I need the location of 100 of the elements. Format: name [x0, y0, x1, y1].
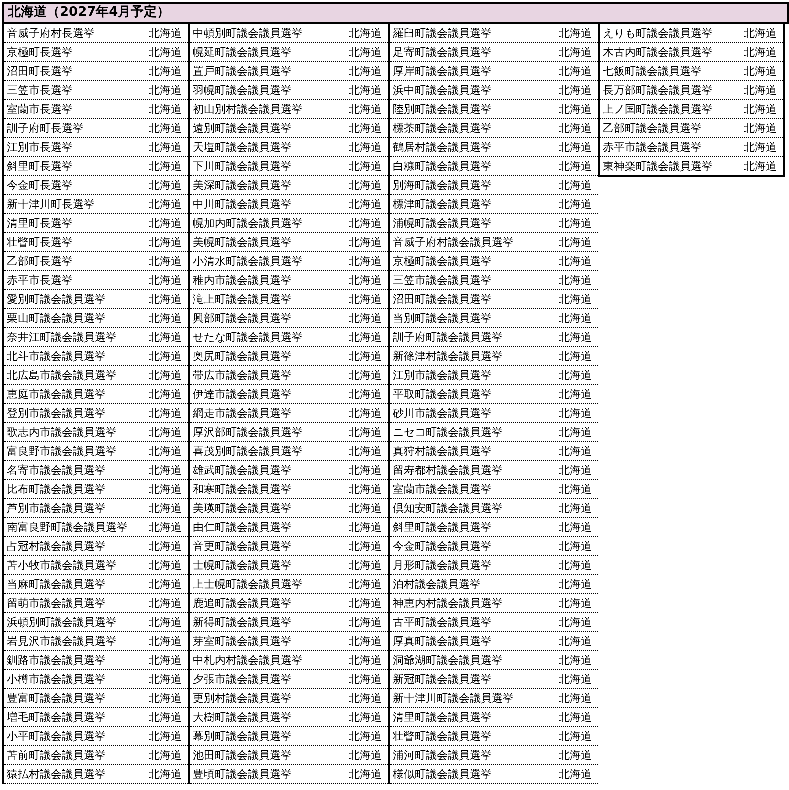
table-cell-text: 清里町議会議員選挙 [392, 710, 493, 724]
table-cell-text: 帯広市議会議員選挙 [192, 368, 293, 382]
table-cell-text: 室蘭市長選挙 [6, 102, 74, 116]
sheet-title: 北海道（2027年4月予定） [2, 2, 789, 24]
table-cell-text: 苫前町議会議員選挙 [6, 748, 107, 762]
table-cell-text: 今金町長選挙 [6, 178, 74, 192]
table-cell-text: 由仁町議会議員選挙 [192, 520, 293, 534]
table-cell-text: 北海道 [558, 158, 593, 174]
table-cell-text: 北海道 [348, 614, 383, 630]
table-cell-text: 北海道 [148, 140, 183, 154]
table-cell-text: 奥尻町議会議員選挙 [192, 348, 293, 364]
table-cell-text: 標津町議会議員選挙 [392, 196, 493, 212]
table-cell-text: 北海道 [148, 82, 183, 98]
table-cell-text: 北海道 [148, 748, 183, 762]
table-cell-text: 北海道 [148, 500, 183, 516]
table-cell-text: 北海道 [558, 292, 593, 306]
table-cell-text: 北広島市議会議員選挙 [6, 368, 118, 382]
table-cell-text: 北海道 [348, 766, 383, 782]
table-cell-text: 北海道 [148, 558, 183, 572]
table-cell-text: 北海道 [558, 424, 593, 440]
table-cell-text: 浦幌町議会議員選挙 [392, 216, 493, 230]
table-cell-text: 北海道 [348, 102, 383, 116]
table-cell-text: 比布町議会議員選挙 [6, 482, 107, 496]
table-cell-text: 長万部町議会議員選挙 [602, 82, 714, 98]
table-cell-text: 北海道 [148, 406, 183, 420]
table-cell-text: 北海道 [558, 178, 593, 192]
table-cell-text: 遠別町議会議員選挙 [192, 120, 293, 136]
table-cell-text: 北海道 [743, 82, 778, 98]
table-cell-text: 北海道 [348, 500, 383, 516]
table-cell-text: 北海道 [148, 766, 183, 782]
table-cell-text: 室蘭市議会議員選挙 [392, 482, 493, 496]
table-cell-text: 北海道 [558, 728, 593, 744]
table-cell-text: 北海道 [148, 710, 183, 724]
table-cell-text: 北海道 [148, 482, 183, 496]
table-cell-text: 北海道 [558, 234, 593, 250]
table-cell-text: 北海道 [148, 216, 183, 230]
table-cell-text: 北海道 [348, 710, 383, 724]
table-cell-text: 北海道 [558, 102, 593, 116]
table-cell-text: 北海道 [558, 652, 593, 668]
table-cell-text: 愛別町議会議員選挙 [6, 292, 107, 306]
table-cell-text: 北海道 [348, 558, 383, 572]
table-cell-text: 豊頃町議会議員選挙 [192, 766, 293, 782]
table-cell-text: 中川町議会議員選挙 [192, 196, 293, 212]
table-cell-text: 清里町長選挙 [6, 216, 74, 230]
table-cell-text: 北海道 [148, 330, 183, 344]
table-cell-text: 北海道 [558, 766, 593, 782]
table-cell-text: 天塩町議会議員選挙 [192, 140, 293, 154]
table-cell-text: 網走市議会議員選挙 [192, 406, 293, 420]
table-cell-text: 恵庭市議会議員選挙 [6, 386, 107, 402]
table-cell-text: 北海道 [348, 158, 383, 174]
table-cell-text: 新冠町議会議員選挙 [392, 672, 493, 686]
table-cell-text: 岩見沢市議会議員選挙 [6, 634, 118, 648]
table-cell-text: 沼田町長選挙 [6, 64, 74, 78]
table-cell-text: 苫小牧市議会議員選挙 [6, 558, 118, 572]
table-cell-text: 北海道 [148, 614, 183, 630]
table-cell-text: 北海道 [348, 292, 383, 306]
table-cell-text: 北海道 [348, 462, 383, 478]
table-cell-text: 北海道 [348, 444, 383, 458]
table-cell-text: 京極町議会議員選挙 [392, 254, 493, 268]
table-cell-text: 歌志内市議会議員選挙 [6, 424, 118, 440]
table-cell-text: 北海道 [558, 216, 593, 230]
table-cell-text: 北海道 [743, 120, 778, 136]
table-cell-text: 厚沢部町議会議員選挙 [192, 424, 304, 440]
table-cell-text: 標茶町議会議員選挙 [392, 120, 493, 136]
table-cell-text: 北海道 [348, 748, 383, 762]
table-cell-text: 三笠市長選挙 [6, 82, 74, 98]
table-cell-text: 北海道 [558, 26, 593, 40]
table-cell-text: 浜頓別町議会議員選挙 [6, 614, 118, 630]
table-cell-text: 北海道 [558, 330, 593, 344]
table-cell-text: 滝上町議会議員選挙 [192, 292, 293, 306]
table-cell-text: 鹿追町議会議員選挙 [192, 596, 293, 610]
table-cell-text: 北海道 [348, 26, 383, 40]
table-cell-text: 北海道 [348, 386, 383, 402]
table-cell-text: 新得町議会議員選挙 [192, 614, 293, 630]
table-cell-text: 上士幌町議会議員選挙 [192, 576, 304, 592]
table-cell-text: 留寿都村議会議員選挙 [392, 462, 504, 478]
table-cell-text: 北海道 [148, 348, 183, 364]
table-cell-text: 厚岸町議会議員選挙 [392, 64, 493, 78]
table-cell-text: 北海道 [558, 462, 593, 478]
table-cell-text: 北海道 [743, 44, 778, 60]
table-cell-text: 足寄町議会議員選挙 [392, 44, 493, 60]
table-cell-text: 北海道 [348, 140, 383, 154]
table-cell-text: 北海道 [558, 558, 593, 572]
table-cell-text: 北斗市議会議員選挙 [6, 348, 107, 364]
table-cell-text: 音威子府村長選挙 [6, 26, 96, 40]
table-cell-text: 江別市長選挙 [6, 140, 74, 154]
table-cell-text: 沼田町議会議員選挙 [392, 292, 493, 306]
table-cell-text: 北海道 [348, 520, 383, 534]
table-cell-text: 木古内町議会議員選挙 [602, 44, 714, 60]
table-cell-text: 北海道 [148, 44, 183, 60]
table-cell-text: 北海道 [148, 368, 183, 382]
table-cell-text: 幕別町議会議員選挙 [192, 728, 293, 744]
table-cell-text: 京極町長選挙 [6, 44, 74, 60]
table-cell-text: 占冠村議会議員選挙 [6, 538, 107, 554]
table-cell-text: 北海道 [348, 272, 383, 288]
table-cell-text: 北海道 [558, 444, 593, 458]
table-cell-text: 斜里町長選挙 [6, 158, 74, 174]
table-cell-text: 北海道 [743, 64, 778, 78]
table-cell-text: 訓子府町長選挙 [6, 120, 85, 136]
table-cell-text: 北海道 [348, 406, 383, 420]
